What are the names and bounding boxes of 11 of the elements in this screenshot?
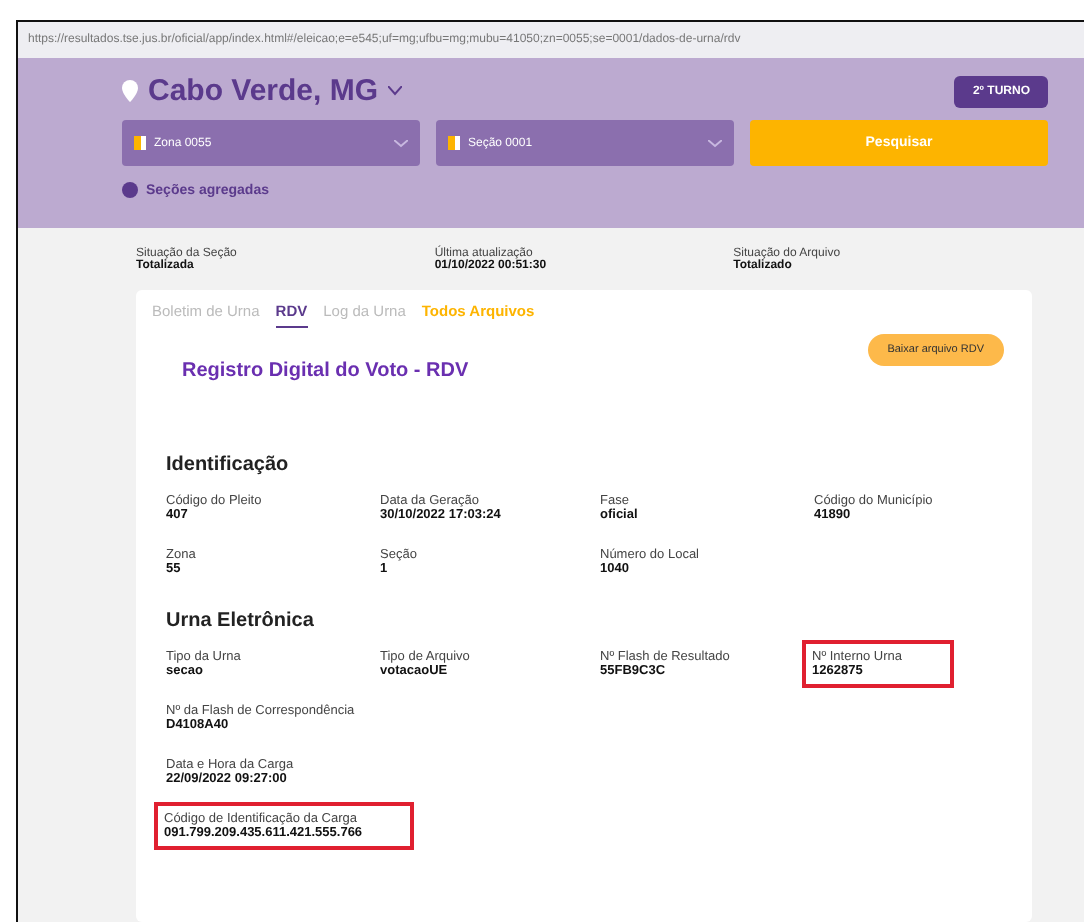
flag-icon [448,136,460,150]
city-name[interactable]: Cabo Verde, MG [148,74,379,108]
location-pin-icon [122,80,138,102]
flag-icon [134,136,146,150]
page-title: Registro Digital do Voto - RDV [182,360,469,382]
chevron-icon[interactable] [394,139,408,147]
info-icon [122,182,138,198]
chevron-icon[interactable] [708,139,722,147]
section-heading: Urna Eletrônica [166,610,316,632]
caret-icon[interactable] [388,86,403,96]
section-heading: Identificação [166,454,291,476]
